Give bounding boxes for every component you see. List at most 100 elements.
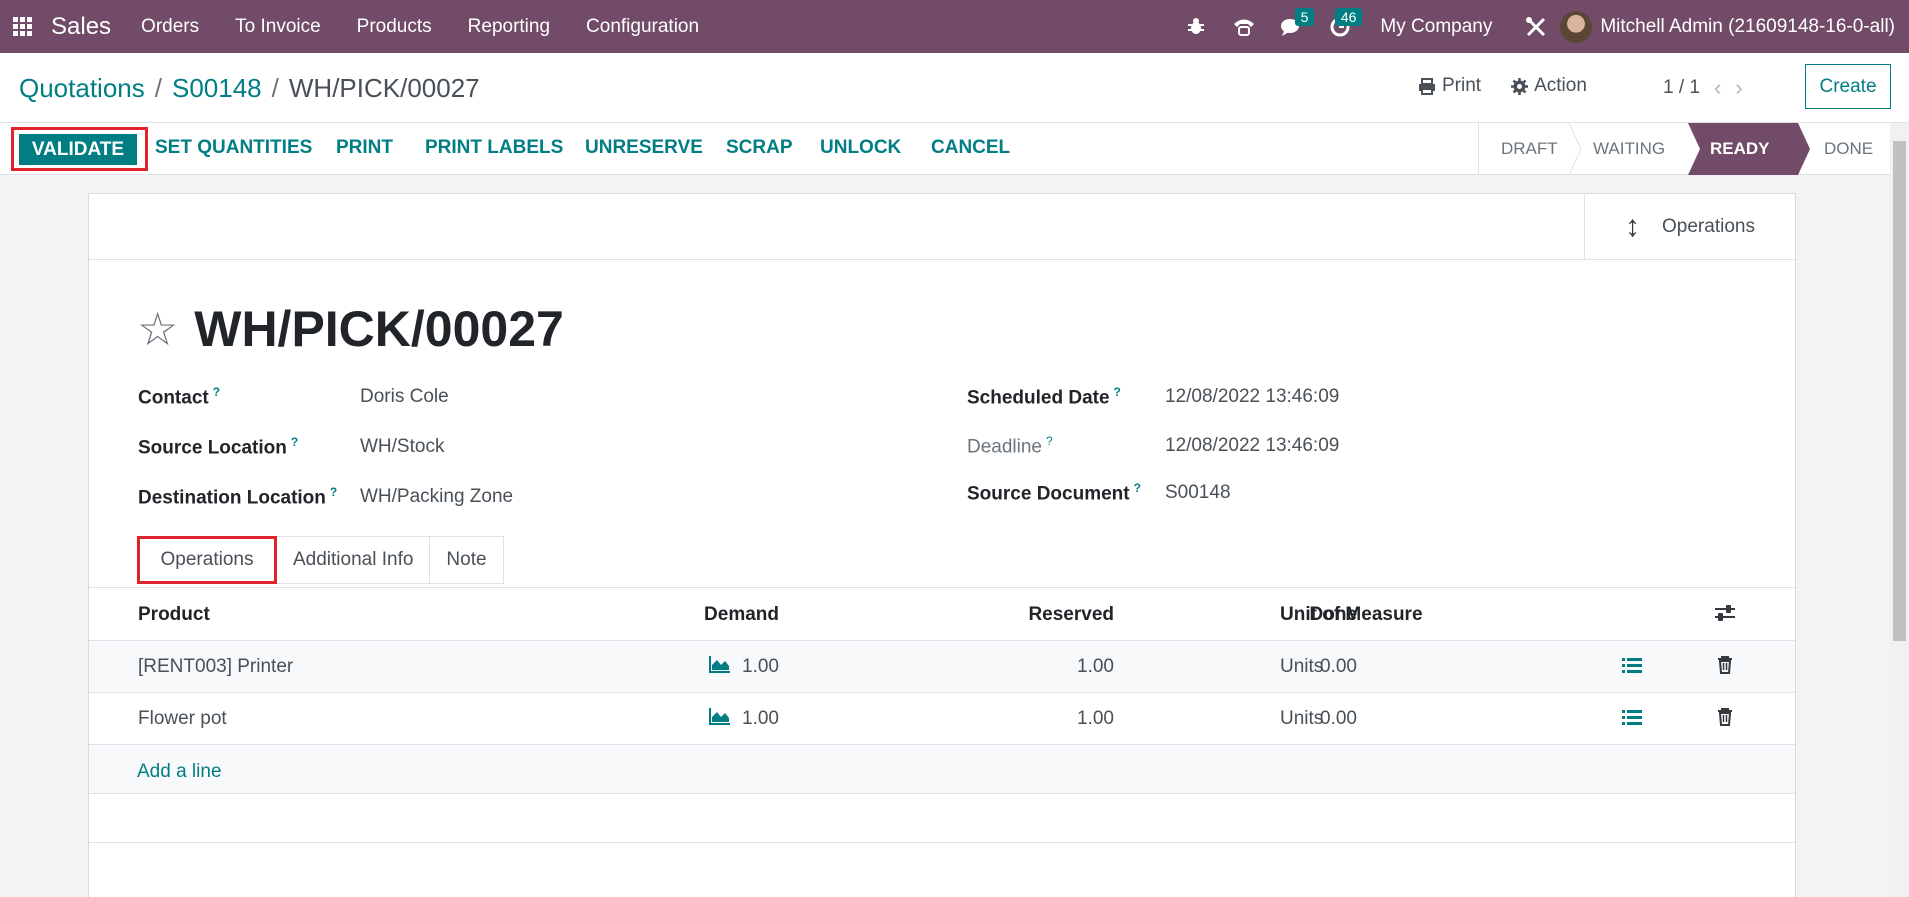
destination-location-label: Destination Location? — [138, 485, 338, 509]
menu-orders[interactable]: Orders — [141, 16, 199, 38]
scrollbar-thumb[interactable] — [1893, 141, 1906, 641]
menu-products[interactable]: Products — [357, 16, 432, 38]
deadline-label: Deadline? — [967, 434, 1053, 458]
tab-operations[interactable]: Operations — [137, 536, 277, 584]
action-label: Action — [1534, 75, 1587, 96]
messages-icon[interactable]: 5 — [1268, 0, 1316, 53]
row-reserved: 1.00 — [1077, 656, 1114, 677]
user-menu[interactable]: Mitchell Admin (21609148-16-0-all) — [1600, 16, 1895, 38]
source-document-value[interactable]: S00148 — [1165, 482, 1231, 504]
action-dropdown[interactable]: Action — [1511, 75, 1587, 97]
pager-value[interactable]: 1 / 1 — [1663, 77, 1700, 99]
table-header: Product Demand Reserved Done Unit of Mea… — [89, 588, 1795, 641]
stage-selector: DRAFT WAITING READY DONE — [1478, 123, 1890, 175]
tools-icon[interactable] — [1512, 0, 1560, 53]
breadcrumb-order[interactable]: S00148 — [172, 73, 262, 103]
scheduled-date-label: Scheduled Date? — [967, 385, 1121, 409]
table-row[interactable]: Flower pot 1.00 1.00 0.00 Units — [89, 693, 1795, 745]
forecast-graph-icon[interactable] — [709, 655, 731, 679]
stage-draft-label: DRAFT — [1501, 139, 1558, 158]
stage-draft[interactable]: DRAFT — [1479, 123, 1581, 175]
favorite-star-icon[interactable]: ☆ — [137, 302, 178, 356]
print-icon — [1419, 77, 1435, 95]
contact-value[interactable]: Doris Cole — [360, 386, 449, 408]
trash-icon[interactable] — [1717, 656, 1733, 679]
sheet-section-divider — [89, 842, 1795, 843]
row-demand: 1.00 — [742, 708, 779, 729]
forecast-graph-icon[interactable] — [709, 707, 731, 731]
messages-badge: 5 — [1294, 8, 1315, 26]
scrollbar[interactable] — [1890, 123, 1909, 897]
scrap-button[interactable]: SCRAP — [726, 137, 793, 159]
activities-badge: 46 — [1334, 8, 1363, 26]
print-dropdown[interactable]: Print — [1418, 75, 1481, 97]
validate-button[interactable]: VALIDATE — [19, 134, 137, 165]
header-demand[interactable]: Demand — [614, 604, 779, 626]
vertical-arrows-icon: ↕ — [1625, 210, 1641, 243]
stage-done[interactable]: DONE — [1798, 123, 1890, 175]
tab-additional-info[interactable]: Additional Info — [277, 536, 431, 584]
print-button[interactable]: PRINT — [336, 137, 393, 159]
row-product: [RENT003] Printer — [138, 656, 294, 677]
add-line-row: Add a line — [89, 745, 1795, 793]
deadline-value: 12/08/2022 13:46:09 — [1165, 435, 1340, 456]
row-product: Flower pot — [138, 708, 227, 729]
stage-waiting-label: WAITING — [1593, 139, 1666, 158]
scheduled-date-value[interactable]: 12/08/2022 13:46:09 — [1165, 386, 1339, 408]
app-menu-icon[interactable] — [0, 0, 45, 53]
user-avatar[interactable] — [1560, 10, 1593, 43]
operations-smart-button[interactable]: ↕ Operations — [1584, 194, 1795, 260]
source-location-value[interactable]: WH/Stock — [360, 436, 444, 458]
source-document-label: Source Document? — [967, 481, 1141, 505]
cancel-button[interactable]: CANCEL — [931, 137, 1010, 159]
optional-columns-icon[interactable] — [1714, 604, 1736, 628]
operations-smart-label: Operations — [1662, 216, 1755, 237]
row-uom: Units — [1280, 656, 1324, 677]
status-bar: VALIDATE SET QUANTITIES PRINT PRINT LABE… — [0, 123, 1890, 175]
header-product[interactable]: Product — [138, 604, 210, 626]
breadcrumb-quotations[interactable]: Quotations — [19, 73, 145, 103]
control-panel: Quotations / S00148/WH/PICK/00027 Print Ac… — [0, 53, 1909, 123]
unlock-button[interactable]: UNLOCK — [820, 137, 901, 159]
menu-to-invoice[interactable]: To Invoice — [235, 16, 321, 38]
table-footer-divider — [89, 793, 1795, 794]
form-sheet: ↕ Operations ☆ WH/PICK/00027 Contact? Do… — [88, 193, 1796, 897]
pager-previous-icon[interactable]: ‹ — [1714, 75, 1721, 101]
tab-note[interactable]: Note — [430, 536, 504, 584]
notebook-tabs: Operations Additional Info Note — [137, 536, 504, 584]
activities-clock-icon[interactable]: 46 — [1316, 0, 1364, 53]
header-reserved[interactable]: Reserved — [949, 604, 1114, 626]
table-row[interactable]: [RENT003] Printer 1.00 1.00 0.00 Units — [89, 641, 1795, 693]
print-labels-button[interactable]: PRINT LABELS — [425, 137, 563, 159]
stage-ready-label: READY — [1710, 139, 1770, 158]
row-demand: 1.00 — [742, 656, 779, 677]
row-reserved: 1.00 — [1077, 708, 1114, 729]
header-unit-of-measure[interactable]: Unit of Measure — [1280, 604, 1423, 626]
menu-configuration[interactable]: Configuration — [586, 16, 699, 38]
company-switcher[interactable]: My Company — [1380, 16, 1492, 38]
debug-bug-icon[interactable] — [1172, 0, 1220, 53]
button-box: ↕ Operations — [89, 194, 1795, 260]
add-a-line-link[interactable]: Add a line — [137, 761, 222, 783]
trash-icon[interactable] — [1717, 708, 1733, 731]
app-brand[interactable]: Sales — [51, 13, 111, 41]
pager-next-icon[interactable]: › — [1735, 75, 1742, 101]
detailed-operations-list-icon[interactable] — [1622, 709, 1642, 732]
destination-location-value[interactable]: WH/Packing Zone — [360, 486, 513, 508]
breadcrumb-current: WH/PICK/00027 — [288, 73, 480, 103]
breadcrumb: Quotations / S00148/WH/PICK/00027 — [19, 73, 480, 103]
gear-icon — [1511, 77, 1529, 95]
unreserve-button[interactable]: UNRESERVE — [585, 137, 703, 159]
stage-ready[interactable]: READY — [1688, 123, 1810, 175]
set-quantities-button[interactable]: SET QUANTITIES — [155, 137, 312, 159]
row-uom: Units — [1280, 708, 1324, 729]
menu-reporting[interactable]: Reporting — [468, 16, 550, 38]
source-location-label: Source Location? — [138, 435, 299, 459]
top-navbar: Sales Orders To Invoice Products Reporti… — [0, 0, 1909, 53]
phone-icon[interactable] — [1220, 0, 1268, 53]
contact-label: Contact? — [138, 385, 221, 409]
detailed-operations-list-icon[interactable] — [1622, 657, 1642, 680]
create-button[interactable]: Create — [1805, 64, 1891, 109]
stage-waiting[interactable]: WAITING — [1571, 123, 1688, 175]
record-title: WH/PICK/00027 — [194, 301, 564, 357]
